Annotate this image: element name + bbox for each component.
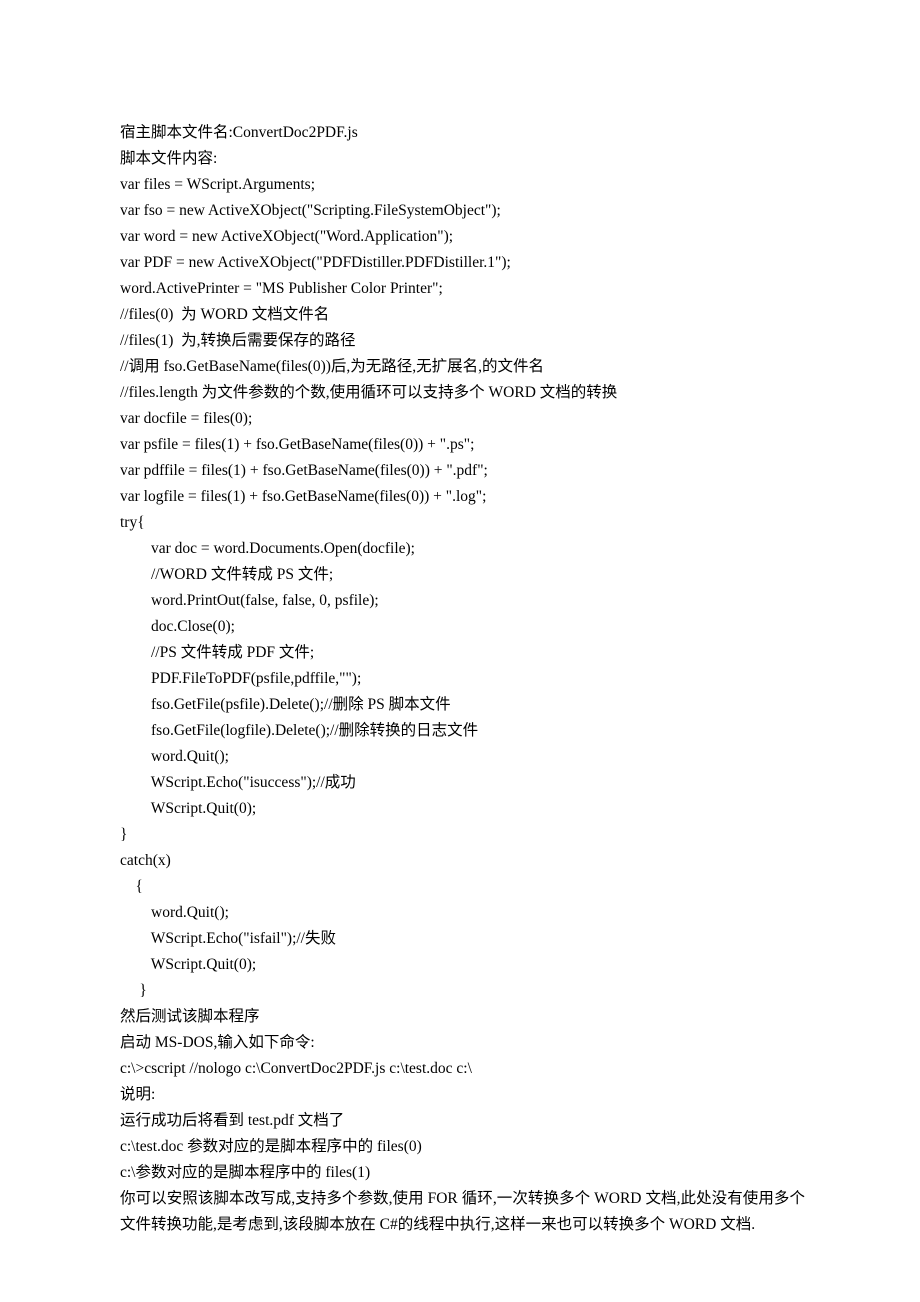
code-line: word.Quit();: [120, 900, 805, 926]
code-line: 然后测试该脚本程序: [120, 1004, 805, 1030]
code-line: PDF.FileToPDF(psfile,pdffile,"");: [120, 666, 805, 692]
code-line: WScript.Quit(0);: [120, 952, 805, 978]
code-line: WScript.Echo("isuccess");//成功: [120, 770, 805, 796]
code-line: }: [120, 822, 805, 848]
document-body: 宿主脚本文件名:ConvertDoc2PDF.js脚本文件内容:var file…: [120, 120, 805, 1238]
code-line: //WORD 文件转成 PS 文件;: [120, 562, 805, 588]
code-line: try{: [120, 510, 805, 536]
code-line: c:\参数对应的是脚本程序中的 files(1): [120, 1160, 805, 1186]
code-line: //files.length 为文件参数的个数,使用循环可以支持多个 WORD …: [120, 380, 805, 406]
code-line: 你可以安照该脚本改写成,支持多个参数,使用 FOR 循环,一次转换多个 WORD…: [120, 1186, 805, 1238]
code-line: //PS 文件转成 PDF 文件;: [120, 640, 805, 666]
code-line: var psfile = files(1) + fso.GetBaseName(…: [120, 432, 805, 458]
code-line: //调用 fso.GetBaseName(files(0))后,为无路径,无扩展…: [120, 354, 805, 380]
code-line: 说明:: [120, 1082, 805, 1108]
code-line: c:\test.doc 参数对应的是脚本程序中的 files(0): [120, 1134, 805, 1160]
code-line: catch(x): [120, 848, 805, 874]
code-line: var fso = new ActiveXObject("Scripting.F…: [120, 198, 805, 224]
code-line: 启动 MS-DOS,输入如下命令:: [120, 1030, 805, 1056]
code-line: {: [120, 874, 805, 900]
code-line: doc.Close(0);: [120, 614, 805, 640]
code-line: fso.GetFile(psfile).Delete();//删除 PS 脚本文…: [120, 692, 805, 718]
code-line: WScript.Echo("isfail");//失败: [120, 926, 805, 952]
code-line: WScript.Quit(0);: [120, 796, 805, 822]
code-line: 宿主脚本文件名:ConvertDoc2PDF.js: [120, 120, 805, 146]
code-line: var pdffile = files(1) + fso.GetBaseName…: [120, 458, 805, 484]
code-line: 运行成功后将看到 test.pdf 文档了: [120, 1108, 805, 1134]
code-line: //files(0) 为 WORD 文档文件名: [120, 302, 805, 328]
code-line: 脚本文件内容:: [120, 146, 805, 172]
code-line: //files(1) 为,转换后需要保存的路径: [120, 328, 805, 354]
code-line: var files = WScript.Arguments;: [120, 172, 805, 198]
code-line: var logfile = files(1) + fso.GetBaseName…: [120, 484, 805, 510]
code-line: }: [120, 978, 805, 1004]
code-line: var doc = word.Documents.Open(docfile);: [120, 536, 805, 562]
code-line: word.Quit();: [120, 744, 805, 770]
code-line: word.PrintOut(false, false, 0, psfile);: [120, 588, 805, 614]
code-line: var docfile = files(0);: [120, 406, 805, 432]
code-line: fso.GetFile(logfile).Delete();//删除转换的日志文…: [120, 718, 805, 744]
code-line: word.ActivePrinter = "MS Publisher Color…: [120, 276, 805, 302]
code-line: var word = new ActiveXObject("Word.Appli…: [120, 224, 805, 250]
code-line: c:\>cscript //nologo c:\ConvertDoc2PDF.j…: [120, 1056, 805, 1082]
code-line: var PDF = new ActiveXObject("PDFDistille…: [120, 250, 805, 276]
